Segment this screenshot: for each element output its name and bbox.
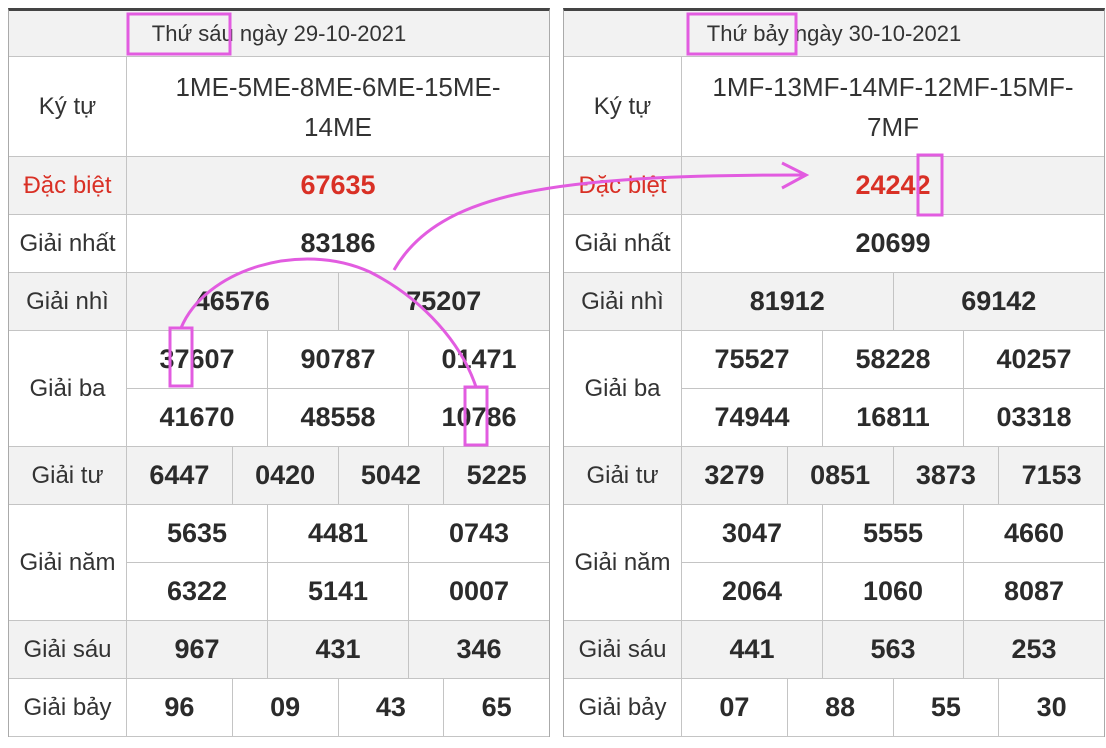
label-giai-bay: Giải bảy — [9, 679, 127, 736]
dac-biet-value: 24242 — [855, 170, 931, 200]
giai-nam-value: 5555 — [822, 505, 963, 562]
giai-bay-value: 30 — [998, 679, 1104, 736]
giai-tu-value: 0851 — [786, 447, 893, 504]
row-giai-nam: Giải năm 5635 4481 0743 6322 5141 0007 — [9, 505, 549, 621]
giai-ba-value: 03318 — [963, 389, 1104, 446]
giai-sau-value: 431 — [267, 621, 408, 678]
giai-bay-value: 96 — [164, 692, 195, 722]
label-giai-nam: Giải năm — [564, 505, 682, 620]
date-header: Thứ sáu ngày 29-10-2021 — [9, 11, 549, 57]
label-giai-nhi: Giải nhì — [9, 273, 127, 330]
giai-nhi-value: 81912 — [749, 286, 825, 316]
giai-nam-value: 0743 — [408, 505, 549, 562]
results-table-saturday: Thứ bảy ngày 30-10-2021 Ký tự 1MF-13MF-1… — [563, 8, 1105, 737]
giai-ba-value: 40257 — [963, 331, 1104, 388]
giai-nam-value: 6322 — [166, 576, 228, 606]
row-giai-bay: Giải bảy 07 88 55 30 — [564, 679, 1104, 737]
giai-nhi-value: 69142 — [892, 273, 1105, 330]
giai-sau-value: 563 — [822, 621, 963, 678]
row-giai-tu: Giải tư 3279 0851 3873 7153 — [564, 447, 1104, 505]
giai-ba-value: 58228 — [822, 331, 963, 388]
giai-ba-value: 37607 — [159, 344, 235, 374]
row-giai-nhi: Giải nhì 46576 75207 — [9, 273, 549, 331]
giai-nam-value: 2064 — [721, 576, 783, 606]
row-dac-biet: Đặc biệt 67635 — [9, 157, 549, 215]
label-giai-tu: Giải tư — [9, 447, 127, 504]
giai-nam-value: 4481 — [267, 505, 408, 562]
giai-nhi-value: 46576 — [194, 286, 270, 316]
giai-nam-value: 8087 — [963, 563, 1104, 620]
giai-sau-value: 346 — [408, 621, 549, 678]
label-ky-tu: Ký tự — [564, 57, 682, 156]
ky-tu-value: 1MF-13MF-14MF-12MF-15MF-7MF — [712, 71, 1074, 142]
giai-ba-value: 41670 — [159, 402, 235, 432]
label-giai-ba: Giải ba — [9, 331, 127, 446]
label-giai-tu: Giải tư — [564, 447, 682, 504]
giai-nhi-value: 75207 — [337, 273, 550, 330]
giai-ba-value: 74944 — [714, 402, 790, 432]
row-giai-nhat: Giải nhất 83186 — [9, 215, 549, 273]
row-giai-nhi: Giải nhì 81912 69142 — [564, 273, 1104, 331]
giai-ba-value: 48558 — [267, 389, 408, 446]
label-dac-biet: Đặc biệt — [564, 157, 682, 214]
giai-tu-value: 5042 — [337, 447, 444, 504]
label-ky-tu: Ký tự — [9, 57, 127, 156]
label-giai-nhat: Giải nhất — [564, 215, 682, 272]
row-dac-biet: Đặc biệt 24242 — [564, 157, 1104, 215]
giai-ba-value: 90787 — [267, 331, 408, 388]
label-giai-nam: Giải năm — [9, 505, 127, 620]
giai-bay-value: 09 — [231, 679, 338, 736]
giai-bay-value: 65 — [443, 679, 549, 736]
row-giai-ba: Giải ba 37607 90787 01471 41670 48558 10… — [9, 331, 549, 447]
row-giai-sau: Giải sáu 441 563 253 — [564, 621, 1104, 679]
giai-bay-value: 55 — [892, 679, 999, 736]
giai-tu-value: 7153 — [998, 447, 1104, 504]
giai-tu-value: 5225 — [443, 447, 549, 504]
giai-tu-value: 3873 — [892, 447, 999, 504]
giai-nam-value: 0007 — [408, 563, 549, 620]
row-giai-ba: Giải ba 75527 58228 40257 74944 16811 03… — [564, 331, 1104, 447]
giai-nam-value: 5141 — [267, 563, 408, 620]
giai-nam-value: 5635 — [166, 518, 228, 548]
giai-bay-value: 88 — [786, 679, 893, 736]
giai-sau-value: 253 — [963, 621, 1104, 678]
giai-nam-value: 4660 — [963, 505, 1104, 562]
date-header: Thứ bảy ngày 30-10-2021 — [564, 11, 1104, 57]
giai-tu-value: 6447 — [149, 460, 210, 490]
row-giai-sau: Giải sáu 967 431 346 — [9, 621, 549, 679]
label-giai-ba: Giải ba — [564, 331, 682, 446]
ky-tu-value: 1ME-5ME-8ME-6ME-15ME-14ME — [175, 71, 501, 142]
giai-nam-value: 1060 — [822, 563, 963, 620]
giai-bay-value: 07 — [719, 692, 750, 722]
dac-biet-value: 67635 — [300, 170, 376, 200]
giai-ba-value: 01471 — [408, 331, 549, 388]
row-giai-tu: Giải tư 6447 0420 5042 5225 — [9, 447, 549, 505]
giai-tu-value: 3279 — [704, 460, 765, 490]
giai-nhat-value: 83186 — [300, 228, 376, 258]
giai-ba-value: 75527 — [714, 344, 790, 374]
row-giai-nhat: Giải nhất 20699 — [564, 215, 1104, 273]
row-ky-tu: Ký tự 1ME-5ME-8ME-6ME-15ME-14ME — [9, 57, 549, 157]
label-giai-sau: Giải sáu — [9, 621, 127, 678]
row-giai-nam: Giải năm 3047 5555 4660 2064 1060 8087 — [564, 505, 1104, 621]
label-giai-sau: Giải sáu — [564, 621, 682, 678]
label-giai-bay: Giải bảy — [564, 679, 682, 736]
row-giai-bay: Giải bảy 96 09 43 65 — [9, 679, 549, 737]
giai-tu-value: 0420 — [231, 447, 338, 504]
giai-nhat-value: 20699 — [855, 228, 931, 258]
row-ky-tu: Ký tự 1MF-13MF-14MF-12MF-15MF-7MF — [564, 57, 1104, 157]
label-giai-nhi: Giải nhì — [564, 273, 682, 330]
label-giai-nhat: Giải nhất — [9, 215, 127, 272]
giai-nam-value: 3047 — [721, 518, 783, 548]
label-dac-biet: Đặc biệt — [9, 157, 127, 214]
giai-ba-value: 16811 — [822, 389, 963, 446]
giai-sau-value: 967 — [174, 634, 220, 664]
giai-ba-value: 10786 — [408, 389, 549, 446]
giai-sau-value: 441 — [729, 634, 775, 664]
results-table-friday: Thứ sáu ngày 29-10-2021 Ký tự 1ME-5ME-8M… — [8, 8, 550, 737]
giai-bay-value: 43 — [337, 679, 444, 736]
